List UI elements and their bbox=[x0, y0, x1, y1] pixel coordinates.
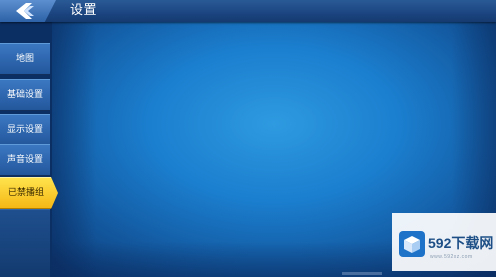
cube-logo-icon bbox=[399, 231, 425, 257]
faint-bottom-text bbox=[342, 272, 382, 275]
sidebar-item-label: 基础设置 bbox=[6, 90, 43, 100]
sidebar-item-label: 地图 bbox=[15, 54, 34, 64]
page-title: 设置 bbox=[70, 3, 98, 18]
top-bar: 设置 bbox=[0, 0, 496, 22]
watermark-badge: 592下载网 www.592xz.com bbox=[392, 213, 496, 271]
sidebar-item-sound-settings[interactable]: 声音设置 bbox=[0, 144, 50, 176]
back-arrow-icon bbox=[16, 3, 34, 19]
sidebar-item-label: 声音设置 bbox=[6, 155, 43, 165]
watermark-url: www.592xz.com bbox=[430, 254, 473, 260]
sidebar-empty-area bbox=[0, 209, 50, 277]
watermark-brand: 592下载网 bbox=[428, 235, 494, 251]
settings-screen: 设置 地图 基础设置 显示设置 声音设置 已禁播组 592下载网 www.592… bbox=[0, 0, 496, 277]
sidebar-item-label: 已禁播组 bbox=[7, 188, 44, 198]
sidebar-item-basic-settings[interactable]: 基础设置 bbox=[0, 79, 50, 111]
sidebar-item-blocked-groups[interactable]: 已禁播组 bbox=[0, 177, 58, 209]
sidebar: 地图 基础设置 显示设置 声音设置 已禁播组 bbox=[0, 22, 60, 277]
sidebar-item-display-settings[interactable]: 显示设置 bbox=[0, 114, 50, 146]
back-button[interactable] bbox=[0, 0, 56, 22]
sidebar-item-map[interactable]: 地图 bbox=[0, 43, 50, 75]
sidebar-item-label: 显示设置 bbox=[6, 125, 43, 135]
